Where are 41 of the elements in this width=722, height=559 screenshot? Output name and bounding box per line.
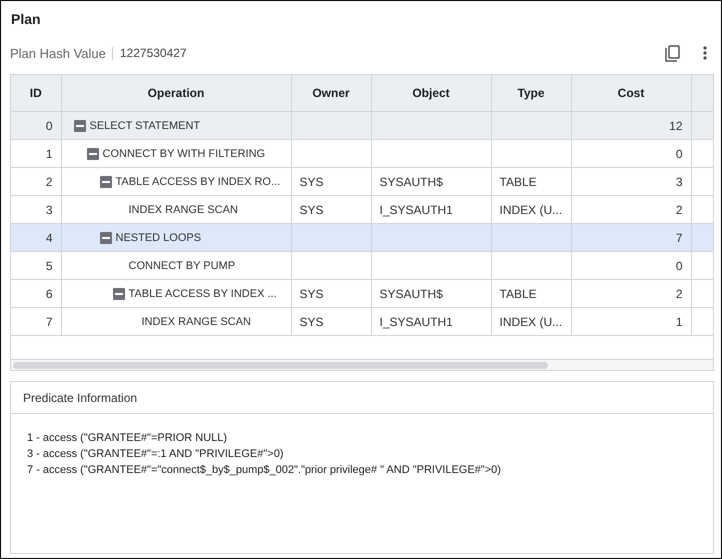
column-header[interactable]: Cost [571, 75, 691, 112]
horizontal-scrollbar[interactable] [11, 359, 713, 370]
operation-text: INDEX RANGE SCAN [128, 204, 238, 216]
table-row[interactable]: 7 INDEX RANGE SCAN SYS I_SYSAUTH1 INDEX (U... 1 [11, 308, 713, 336]
operation-text: CONNECT BY PUMP [128, 260, 236, 272]
column-header[interactable]: Object [371, 75, 491, 112]
operation-text: TABLE ACCESS BY INDEX RO... [116, 176, 280, 188]
column-header[interactable]: ID [11, 75, 61, 112]
hash-value: 1227530427 [120, 46, 187, 60]
table-cell: 7 [11, 308, 61, 336]
table-cell: 1 [571, 308, 691, 336]
table-row[interactable]: 6 TABLE ACCESS BY INDEX ... SYS SYSAUTH$ TABLE 2 [11, 280, 713, 308]
operation-text: CONNECT BY WITH FILTERING [102, 148, 266, 160]
operation-text: SELECT STATEMENT [90, 120, 200, 132]
operation-text: NESTED LOOPS [116, 232, 202, 244]
table-cell: SYS [291, 308, 371, 336]
collapse-icon[interactable] [86, 148, 98, 160]
table-row[interactable]: 1 CONNECT BY WITH FILTERING 0 [11, 140, 713, 168]
table-row[interactable]: 2 TABLE ACCESS BY INDEX RO... SYS SYSAUTH$ TABLE 3 [11, 168, 713, 196]
collapse-icon[interactable] [100, 176, 112, 188]
collapse-icon[interactable] [74, 120, 86, 132]
predicate-title: Predicate Information [23, 390, 138, 404]
table-cell: I_SYSAUTH1 [371, 308, 491, 336]
predicate-line: 3 - access ("GRANTEE#"=:1 AND "PRIVILEGE#">0) [27, 447, 284, 462]
predicate-line: 1 - access ("GRANTEE#"=PRIOR NULL) [27, 431, 228, 446]
column-header[interactable]: Operation [61, 75, 291, 112]
operation-text: TABLE ACCESS BY INDEX ... [128, 288, 277, 300]
table-cell: INDEX (U... [491, 308, 571, 336]
operation-text: INDEX RANGE SCAN [142, 316, 251, 328]
table-row[interactable]: 4 NESTED LOOPS 7 [11, 224, 713, 252]
table-row[interactable]: 0 SELECT STATEMENT 12 [11, 112, 713, 140]
column-header[interactable]: Owner [291, 75, 371, 112]
copy-icon[interactable] [664, 43, 682, 63]
hash-label: Plan Hash Value [10, 46, 113, 60]
column-header[interactable]: Type [491, 75, 571, 112]
table-row[interactable]: 5 CONNECT BY PUMP 0 [11, 252, 713, 280]
table-row[interactable]: 3 INDEX RANGE SCAN SYS I_SYSAUTH1 INDEX (U... 2 [11, 196, 713, 224]
collapse-icon[interactable] [100, 232, 112, 244]
predicate-line: 7 - access ("GRANTEE#"="connect$_by$_pump$_002"."prior privilege# " AND "PRIVILEGE#">0) [27, 463, 502, 478]
collapse-icon[interactable] [112, 288, 124, 300]
panel-title: Plan [10, 10, 42, 29]
